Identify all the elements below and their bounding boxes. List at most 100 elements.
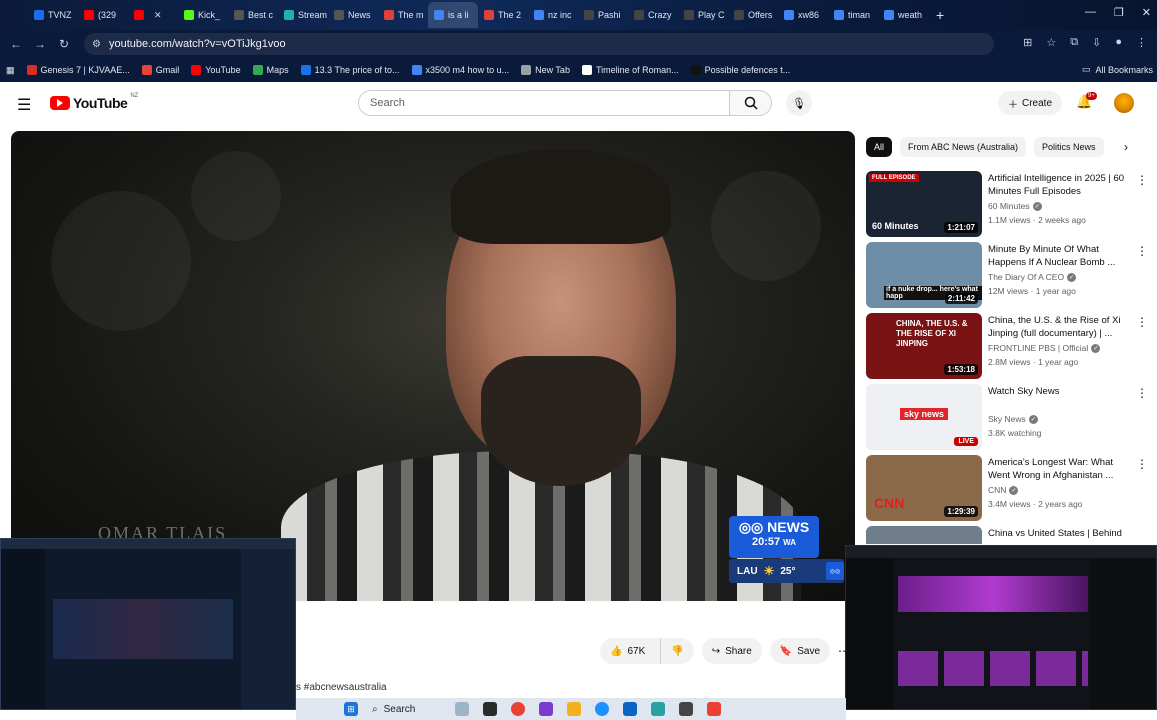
- bookmark-item[interactable]: Possible defences t...: [690, 65, 790, 75]
- app-icon[interactable]: [707, 702, 722, 716]
- video-title[interactable]: Watch Sky News: [988, 385, 1126, 398]
- bookmark-item[interactable]: Maps: [252, 65, 289, 75]
- mail-icon[interactable]: [623, 702, 638, 716]
- share-button[interactable]: ↪ Share: [701, 638, 762, 664]
- video-thumbnail[interactable]: CNN 1:29:39: [866, 455, 982, 521]
- bookmark-star-icon[interactable]: ☆: [1046, 36, 1056, 49]
- browser-tab[interactable]: Pashi: [578, 2, 628, 28]
- bookmark-item[interactable]: New Tab: [521, 65, 570, 75]
- new-tab-button[interactable]: +: [936, 7, 944, 23]
- minimize-icon[interactable]: —: [1085, 6, 1096, 19]
- video-thumbnail[interactable]: FULL EPISODE 60 Minutes 1:21:07: [866, 171, 982, 237]
- forward-icon[interactable]: →: [30, 37, 50, 51]
- apps-icon[interactable]: ▦: [6, 65, 15, 76]
- app-icon[interactable]: [539, 702, 554, 716]
- channel-name[interactable]: FRONTLINE PBS | Official ✓: [988, 343, 1101, 353]
- bookmark-item[interactable]: 13.3 The price of to...: [300, 65, 400, 75]
- recommended-video[interactable]: CHINA, THE U.S. & THE RISE OF XI JINPING…: [866, 313, 1148, 379]
- taskbar-search[interactable]: ⌕ Search: [372, 704, 415, 715]
- like-button[interactable]: 👍 67K: [600, 638, 655, 664]
- search-input[interactable]: Search: [358, 90, 730, 116]
- menu-icon[interactable]: ⋮: [1136, 36, 1147, 49]
- browser-tab[interactable]: Stream: [278, 2, 328, 28]
- file-explorer-icon[interactable]: [567, 702, 582, 716]
- create-button[interactable]: ＋ Create: [998, 91, 1062, 115]
- browser-tab[interactable]: The 2: [478, 2, 528, 28]
- video-player[interactable]: OMAR TLAIS ◎◎ NEWS 20:57 WA LAU ☀ 25° ◎◎: [11, 131, 855, 601]
- downloads-icon[interactable]: ⇩: [1092, 36, 1101, 49]
- more-options-icon[interactable]: ⋮: [1136, 173, 1148, 187]
- browser-tab[interactable]: weath: [878, 2, 928, 28]
- edge-icon[interactable]: [595, 702, 610, 716]
- avatar[interactable]: [1114, 93, 1134, 113]
- browser-tab[interactable]: Kick_: [178, 2, 228, 28]
- bookmark-item[interactable]: x3500 m4 how to u...: [411, 65, 509, 75]
- filter-chip[interactable]: Politics News: [1034, 137, 1104, 157]
- recommended-video[interactable]: sky news LIVE Watch Sky News Sky News ✓ 3.8K …: [866, 384, 1148, 450]
- recommended-video[interactable]: China vs United States | Behind: [866, 526, 1146, 544]
- site-info-icon[interactable]: ⚙: [92, 39, 101, 50]
- address-bar[interactable]: ⚙ youtube.com/watch?v=vOTiJkg1voo: [84, 33, 994, 55]
- video-thumbnail[interactable]: sky news LIVE: [866, 384, 982, 450]
- bookmark-item[interactable]: YouTube: [191, 65, 241, 75]
- bookmark-item[interactable]: Gmail: [141, 65, 179, 75]
- video-title[interactable]: Artificial Intelligence in 2025 | 60 Min…: [988, 172, 1126, 198]
- video-title[interactable]: America's Longest War: What Went Wrong i…: [988, 456, 1126, 482]
- filter-chip[interactable]: From ABC News (Australia): [900, 137, 1027, 157]
- browser-tab[interactable]: The m: [378, 2, 428, 28]
- video-title[interactable]: China, the U.S. & the Rise of Xi Jinping…: [988, 314, 1126, 340]
- restore-icon[interactable]: ❐: [1114, 6, 1124, 19]
- all-bookmarks-button[interactable]: ▭ All Bookmarks: [1082, 64, 1153, 75]
- more-options-icon[interactable]: ⋮: [1136, 315, 1148, 329]
- browser-tab[interactable]: Play C: [678, 2, 728, 28]
- browser-tab[interactable]: Offers: [728, 2, 778, 28]
- recommended-video[interactable]: CNN 1:29:39 America's Longest War: What We…: [866, 455, 1148, 521]
- channel-name[interactable]: 60 Minutes ✓: [988, 201, 1042, 211]
- recommended-video[interactable]: if a nuke drop... here's what happ 2:11:4…: [866, 242, 1148, 308]
- app-icon[interactable]: [651, 702, 666, 716]
- browser-tab[interactable]: (329: [78, 2, 128, 28]
- more-options-icon[interactable]: ⋮: [1136, 386, 1148, 400]
- bookmark-item[interactable]: Timeline of Roman...: [581, 65, 679, 75]
- browser-tab[interactable]: xw86: [778, 2, 828, 28]
- browser-tab[interactable]: Best c: [228, 2, 278, 28]
- browser-tab[interactable]: News: [328, 2, 378, 28]
- voice-search-button[interactable]: 🎙: [786, 90, 812, 116]
- video-thumbnail[interactable]: [866, 526, 982, 544]
- youtube-logo[interactable]: YouTube NZ: [50, 93, 138, 111]
- channel-name[interactable]: CNN ✓: [988, 485, 1019, 495]
- reload-icon[interactable]: ↻: [54, 37, 74, 51]
- filter-chip[interactable]: All: [866, 137, 893, 157]
- back-icon[interactable]: ←: [6, 37, 26, 51]
- browser-tab[interactable]: nz inc: [528, 2, 578, 28]
- channel-name[interactable]: The Diary Of A CEO ✓: [988, 272, 1077, 282]
- video-title[interactable]: Minute By Minute Of What Happens If A Nu…: [988, 243, 1126, 269]
- install-icon[interactable]: ⊞: [1023, 36, 1032, 49]
- bookmark-item[interactable]: Genesis 7 | KJVAAE...: [26, 65, 130, 75]
- video-title[interactable]: China vs United States | Behind: [988, 527, 1126, 540]
- browser-tab[interactable]: ✕: [128, 2, 178, 28]
- browser-tab[interactable]: is a li: [428, 2, 478, 28]
- chevron-right-icon[interactable]: ›: [1124, 140, 1128, 154]
- tab-close-icon[interactable]: ✕: [154, 10, 162, 21]
- chrome-icon[interactable]: [511, 702, 526, 716]
- app-icon[interactable]: [679, 702, 694, 716]
- close-icon[interactable]: ✕: [1142, 6, 1151, 19]
- task-view-icon[interactable]: [483, 702, 498, 716]
- dislike-button[interactable]: 👎: [660, 638, 693, 664]
- windows-start-icon[interactable]: ⊞: [344, 702, 358, 716]
- browser-tab[interactable]: TVNZ: [28, 2, 78, 28]
- extensions-icon[interactable]: ⧉: [1070, 36, 1078, 49]
- recommended-video[interactable]: FULL EPISODE 60 Minutes 1:21:07 Artificial …: [866, 171, 1148, 237]
- more-options-icon[interactable]: ⋮: [1136, 244, 1148, 258]
- hamburger-menu-icon[interactable]: ☰: [17, 95, 31, 115]
- save-button[interactable]: 🔖 Save: [769, 638, 831, 664]
- more-options-icon[interactable]: ⋮: [1136, 457, 1148, 471]
- video-thumbnail[interactable]: CHINA, THE U.S. & THE RISE OF XI JINPING…: [866, 313, 982, 379]
- browser-tab[interactable]: timan: [828, 2, 878, 28]
- video-thumbnail[interactable]: if a nuke drop... here's what happ 2:11:4…: [866, 242, 982, 308]
- search-button[interactable]: [730, 90, 772, 116]
- browser-tab[interactable]: Crazy: [628, 2, 678, 28]
- channel-name[interactable]: Sky News ✓: [988, 414, 1038, 424]
- widgets-icon[interactable]: [455, 702, 470, 716]
